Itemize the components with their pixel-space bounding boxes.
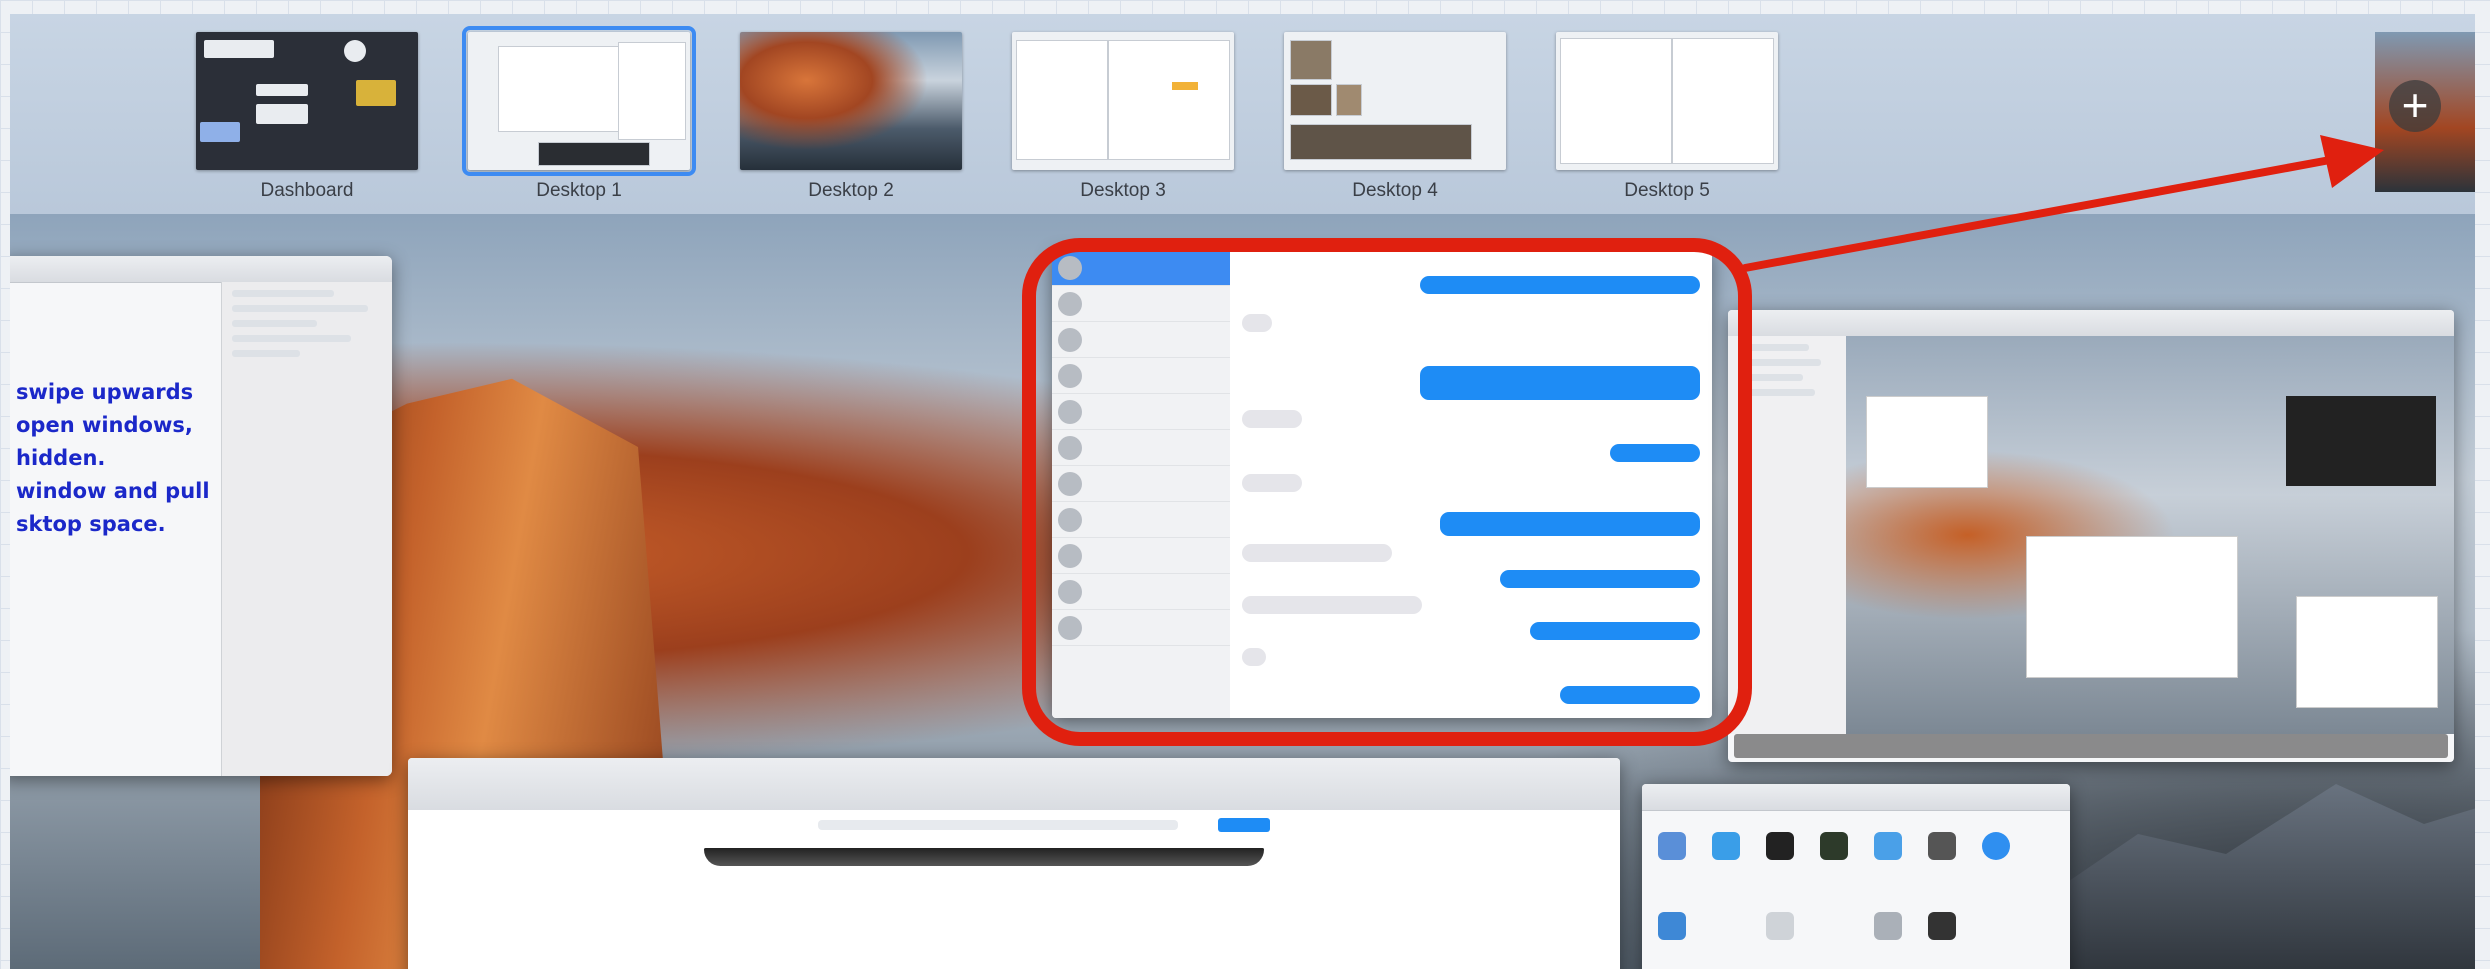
window-keynote[interactable]: swipe upwards open windows, hidden. wind… (10, 256, 392, 776)
space-label: Desktop 3 (1080, 180, 1166, 201)
wallpaper-mountains (2050, 784, 2475, 969)
window-titlebar (1642, 784, 2070, 811)
space-thumbnail (462, 26, 696, 176)
web-page (408, 810, 1620, 969)
space-thumbnail (1012, 32, 1234, 170)
add-space-area[interactable]: + (2375, 32, 2475, 192)
space-label: Dashboard (260, 180, 354, 201)
space-desktop-5[interactable]: Desktop 5 (1556, 32, 1778, 202)
window-system-preferences[interactable] (1642, 784, 2070, 969)
language-pref-icon[interactable] (1874, 832, 1902, 860)
macbook-image (704, 848, 1264, 866)
space-thumbnail (1556, 32, 1778, 170)
window-titlebar (10, 256, 392, 283)
mission-control-spaces-bar: Dashboard Desktop 1 Desktop 2 Desktop 3 … (10, 14, 2475, 214)
annotation-note: swipe upwards open windows, hidden. wind… (16, 380, 210, 536)
printers-pref-icon[interactable] (1874, 912, 1902, 940)
displays-pref-icon[interactable] (1658, 912, 1686, 940)
space-label: Desktop 2 (808, 180, 894, 201)
desktop-pref-icon[interactable] (1712, 832, 1740, 860)
spotlight-pref-icon[interactable] (1982, 832, 2010, 860)
dock (1734, 734, 2448, 758)
keyboard-pref-icon[interactable] (1766, 912, 1794, 940)
window-safari[interactable] (408, 758, 1620, 969)
general-pref-icon[interactable] (1658, 832, 1686, 860)
space-dashboard[interactable]: Dashboard (196, 32, 418, 202)
space-desktop-4[interactable]: Desktop 4 (1284, 32, 1506, 202)
window-finder-preview[interactable] (1728, 310, 2454, 762)
dock-pref-icon[interactable] (1766, 832, 1794, 860)
space-desktop-3[interactable]: Desktop 3 (1012, 32, 1234, 202)
space-desktop-1[interactable]: Desktop 1 (462, 26, 696, 202)
mission-control-pref-icon[interactable] (1820, 832, 1848, 860)
plus-icon[interactable]: + (2389, 80, 2441, 132)
space-label: Desktop 1 (536, 180, 622, 201)
space-label: Desktop 5 (1624, 180, 1710, 201)
security-pref-icon[interactable] (1928, 832, 1956, 860)
space-label: Desktop 4 (1352, 180, 1438, 201)
space-thumbnail (1284, 32, 1506, 170)
space-thumbnail (740, 32, 962, 170)
sound-pref-icon[interactable] (1928, 912, 1956, 940)
inspector-sidebar (221, 282, 392, 776)
window-titlebar (1728, 310, 2454, 337)
annotation-highlight-box (1022, 238, 1752, 746)
window-titlebar (408, 758, 1620, 811)
space-desktop-2[interactable]: Desktop 2 (740, 32, 962, 202)
space-thumbnail (196, 32, 418, 170)
embedded-screenshot (1846, 336, 2454, 734)
